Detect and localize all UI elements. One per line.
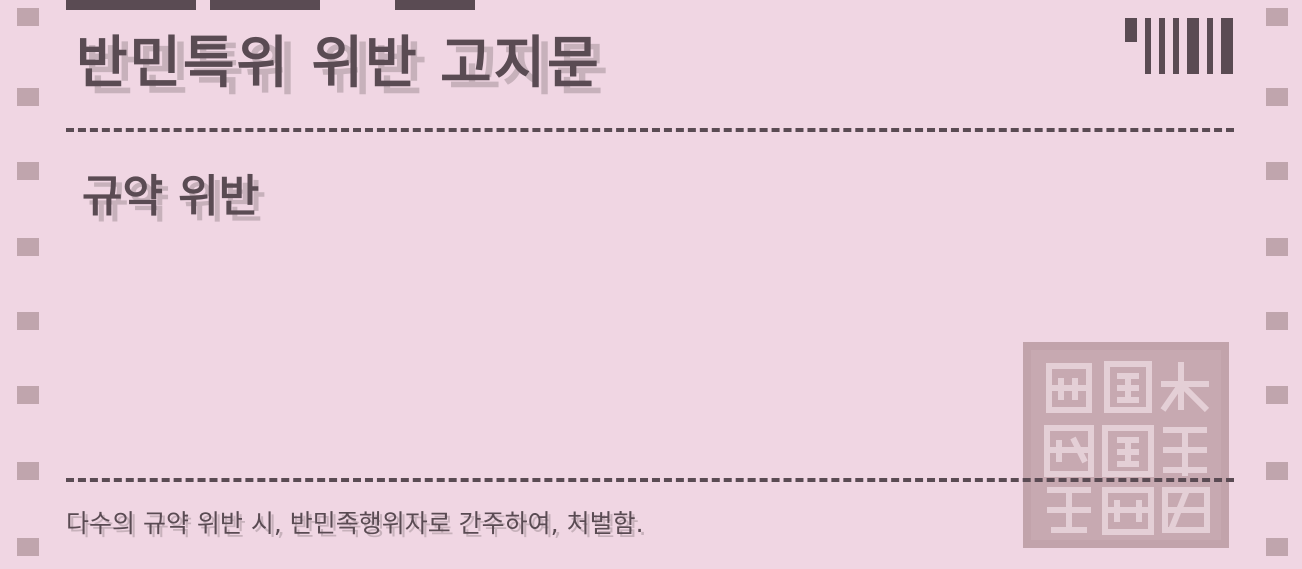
- perforation-hole: [17, 312, 39, 330]
- perforation-hole: [1266, 386, 1288, 404]
- perforation-hole: [17, 538, 39, 556]
- perforation-hole: [1266, 238, 1288, 256]
- perforation-hole: [17, 386, 39, 404]
- perforation-hole: [1266, 462, 1288, 480]
- top-dashed-divider: [66, 128, 1234, 132]
- perforation-hole: [1266, 88, 1288, 106]
- violation-subtitle: 규약 위반: [82, 171, 260, 222]
- perforation-hole: [1266, 538, 1288, 556]
- perforation-hole: [1266, 162, 1288, 180]
- top-header-bar: [210, 0, 320, 10]
- perforation-hole: [17, 238, 39, 256]
- left-perforation-strip: [17, 0, 39, 569]
- notice-title: 반민특위 위반 고지문: [76, 31, 601, 96]
- perforation-hole: [1266, 8, 1288, 26]
- bottom-dashed-divider: [66, 478, 1234, 482]
- perforation-hole: [1266, 312, 1288, 330]
- penalty-footnote: 다수의 규약 위반 시, 반민족행위자로 간주하여, 처벌함.: [66, 509, 644, 538]
- perforation-hole: [17, 8, 39, 26]
- top-header-bar: [66, 0, 196, 10]
- perforation-hole: [17, 88, 39, 106]
- square-seal-stamp-icon: [1023, 342, 1229, 548]
- seal-glyph-pattern: [1044, 361, 1210, 535]
- right-perforation-strip: [1266, 0, 1288, 569]
- barcode-icon: [1125, 18, 1233, 74]
- top-header-bar: [395, 0, 475, 10]
- perforation-hole: [17, 162, 39, 180]
- perforation-hole: [17, 462, 39, 480]
